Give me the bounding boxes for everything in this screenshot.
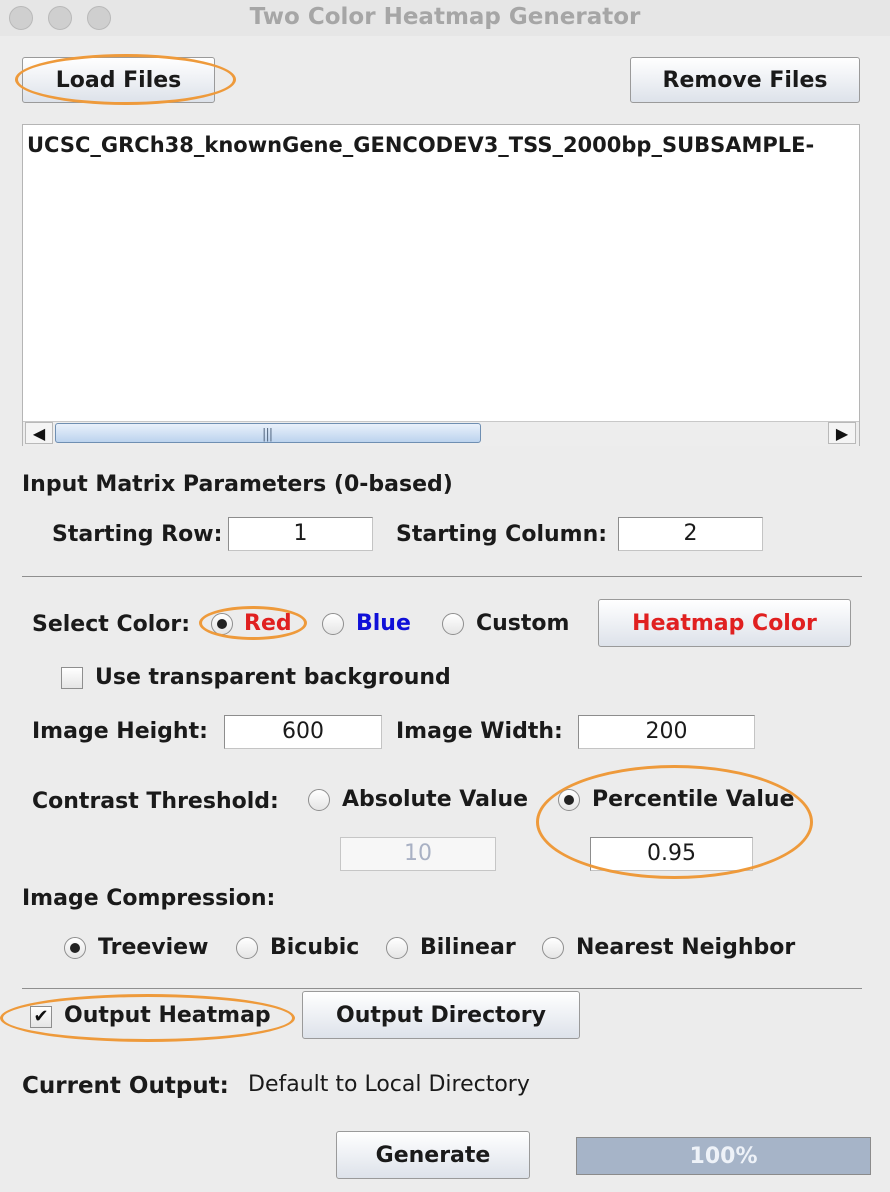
generate-button[interactable]: Generate: [336, 1131, 530, 1179]
treeview-label[interactable]: Treeview: [98, 935, 208, 960]
percentile-value-label[interactable]: Percentile Value: [592, 787, 795, 812]
absolute-value-input: 10: [340, 837, 496, 871]
starting-row-input[interactable]: 1: [228, 517, 373, 551]
image-width-label: Image Width:: [396, 719, 563, 744]
image-compression-heading: Image Compression:: [22, 886, 276, 911]
current-output-label: Current Output:: [22, 1073, 229, 1099]
load-files-button[interactable]: Load Files: [22, 57, 215, 103]
absolute-value-radio[interactable]: [308, 789, 330, 811]
title-bar: Two Color Heatmap Generator: [0, 0, 890, 36]
image-width-input[interactable]: 200: [578, 715, 755, 749]
red-option-label[interactable]: Red: [244, 611, 292, 636]
output-directory-button[interactable]: Output Directory: [302, 991, 580, 1039]
starting-column-label: Starting Column:: [396, 522, 608, 547]
image-height-input[interactable]: 600: [224, 715, 382, 749]
transparent-background-label: Use transparent background: [95, 665, 451, 690]
matrix-parameters-heading: Input Matrix Parameters (0-based): [22, 472, 453, 497]
scrollbar-thumb[interactable]: |||: [55, 423, 481, 443]
output-heatmap-label[interactable]: Output Heatmap: [64, 1003, 271, 1028]
separator: [22, 988, 862, 989]
bicubic-radio[interactable]: [236, 937, 258, 959]
bicubic-label[interactable]: Bicubic: [270, 935, 359, 960]
output-heatmap-checkbox[interactable]: ✔: [30, 1006, 52, 1028]
nearest-neighbor-radio[interactable]: [542, 937, 564, 959]
red-radio[interactable]: [211, 613, 233, 635]
blue-radio[interactable]: [322, 613, 344, 635]
blue-option-label[interactable]: Blue: [356, 611, 411, 636]
absolute-value-label[interactable]: Absolute Value: [342, 787, 528, 812]
horizontal-scrollbar[interactable]: ◀ ||| ▶: [23, 421, 859, 446]
separator: [22, 576, 862, 577]
treeview-radio[interactable]: [64, 937, 86, 959]
custom-radio[interactable]: [442, 613, 464, 635]
contrast-threshold-label: Contrast Threshold:: [32, 789, 279, 814]
grip-icon: |||: [262, 427, 273, 442]
starting-row-label: Starting Row:: [52, 522, 223, 547]
file-list[interactable]: UCSC_GRCh38_knownGene_GENCODEV3_TSS_2000…: [22, 124, 860, 446]
percentile-value-input[interactable]: 0.95: [590, 837, 753, 871]
scroll-right-arrow-icon[interactable]: ▶: [828, 422, 856, 444]
scroll-left-arrow-icon[interactable]: ◀: [25, 422, 53, 444]
current-output-value: Default to Local Directory: [248, 1072, 530, 1097]
custom-option-label[interactable]: Custom: [476, 611, 569, 636]
percentile-value-radio[interactable]: [558, 789, 580, 811]
image-height-label: Image Height:: [32, 719, 208, 744]
progress-bar: 100%: [576, 1137, 871, 1175]
file-list-item[interactable]: UCSC_GRCh38_knownGene_GENCODEV3_TSS_2000…: [27, 133, 857, 157]
transparent-background-checkbox[interactable]: [61, 667, 83, 689]
window-title: Two Color Heatmap Generator: [249, 4, 641, 30]
heatmap-color-button[interactable]: Heatmap Color: [598, 599, 851, 647]
nearest-neighbor-label[interactable]: Nearest Neighbor: [576, 935, 795, 960]
progress-text: 100%: [689, 1143, 758, 1169]
bilinear-radio[interactable]: [386, 937, 408, 959]
remove-files-button[interactable]: Remove Files: [630, 57, 860, 103]
starting-column-input[interactable]: 2: [618, 517, 763, 551]
select-color-label: Select Color:: [32, 612, 191, 637]
bilinear-label[interactable]: Bilinear: [420, 935, 516, 960]
